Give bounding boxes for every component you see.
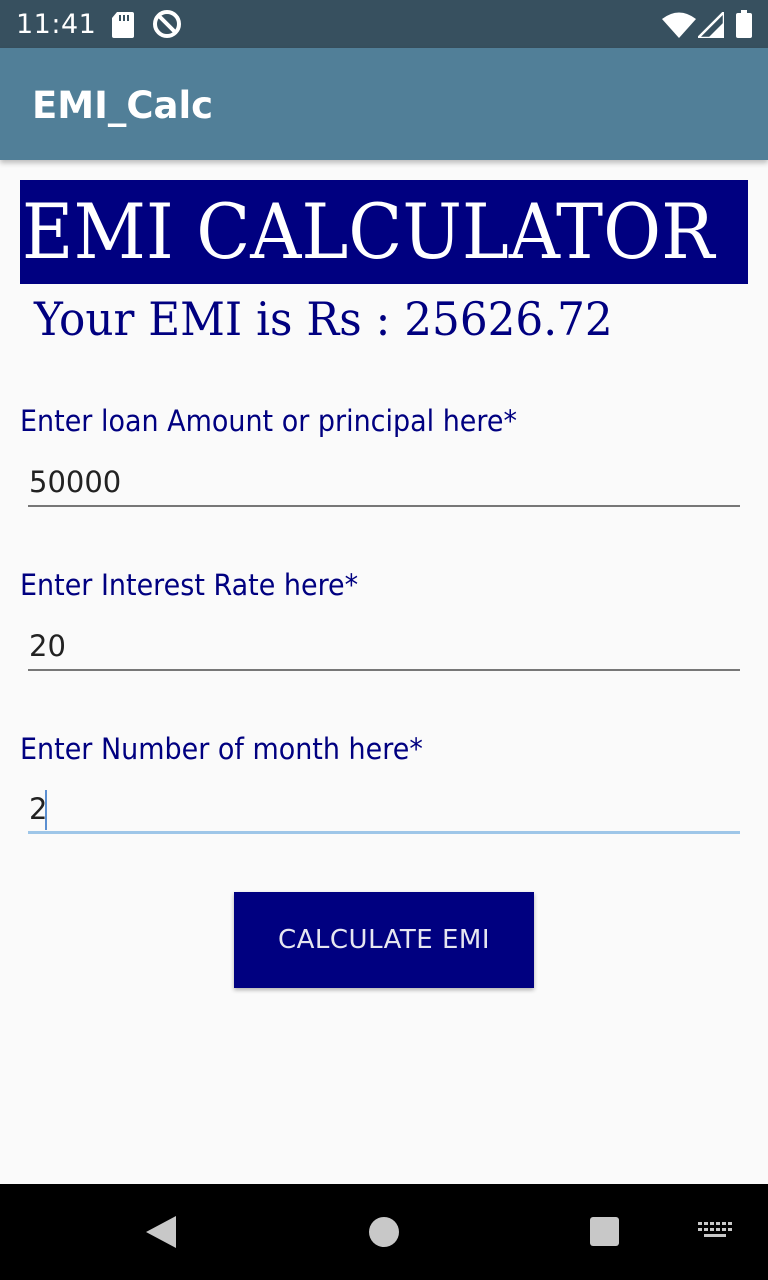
recents-icon[interactable] <box>590 1217 619 1246</box>
status-bar: 11:41 <box>0 0 768 48</box>
months-input[interactable] <box>28 786 740 834</box>
calculate-emi-button[interactable]: CALCULATE EMI <box>234 892 534 988</box>
status-time: 11:41 <box>16 9 97 40</box>
signal-icon <box>698 12 724 38</box>
text-cursor <box>45 790 47 830</box>
app-title: EMI_Calc <box>32 84 214 127</box>
emi-result: Your EMI is Rs : 25626.72 <box>34 292 613 346</box>
no-disturb-icon <box>153 10 181 38</box>
banner-title: EMI CALCULATOR <box>21 187 715 276</box>
home-icon[interactable] <box>369 1217 399 1247</box>
principal-input[interactable] <box>28 459 740 507</box>
principal-label: Enter loan Amount or principal here* <box>20 404 517 438</box>
rate-label: Enter Interest Rate here* <box>20 568 359 602</box>
sd-card-icon <box>112 12 134 38</box>
app-bar: EMI_Calc <box>0 48 768 160</box>
calculator-banner: EMI CALCULATOR <box>20 180 748 284</box>
rate-input[interactable] <box>28 623 740 671</box>
back-icon[interactable] <box>146 1216 176 1248</box>
navigation-bar <box>0 1184 768 1280</box>
wifi-icon <box>662 12 696 38</box>
months-label: Enter Number of month here* <box>20 732 423 766</box>
battery-icon <box>736 10 752 38</box>
keyboard-icon[interactable] <box>698 1222 732 1242</box>
